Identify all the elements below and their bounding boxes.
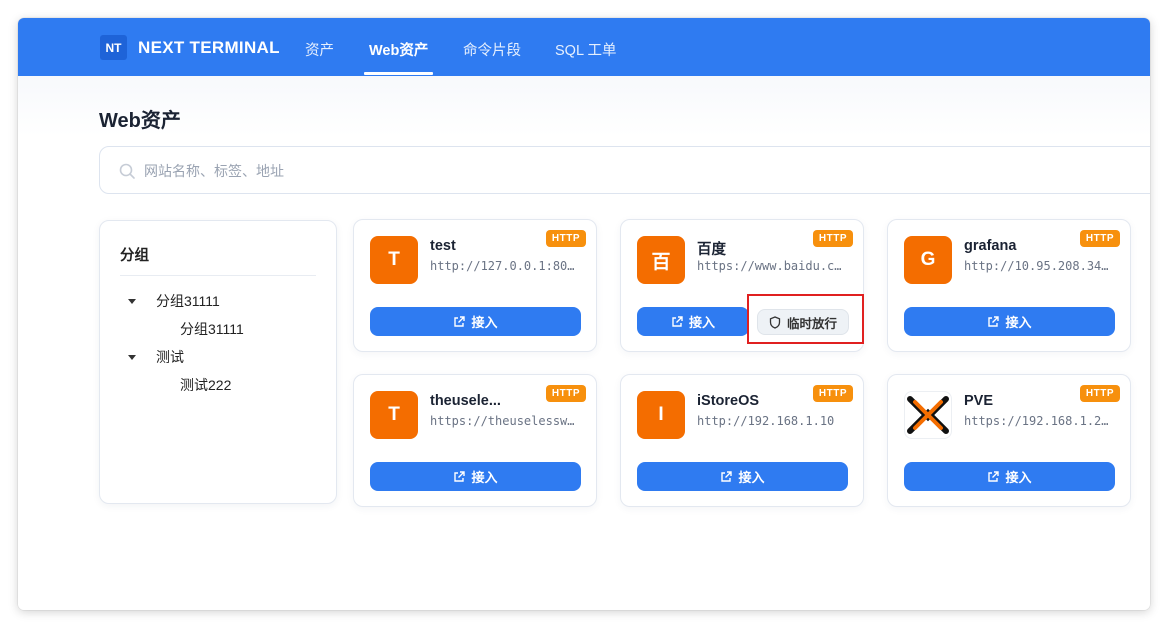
connect-button[interactable]: 接入 (370, 307, 581, 336)
search-bar[interactable] (99, 146, 1150, 194)
protocol-badge: HTTP (1079, 230, 1120, 247)
asset-name: theusele... (430, 393, 501, 409)
divider (120, 275, 316, 276)
asset-icon: T (370, 236, 418, 284)
connect-label: 接入 (738, 470, 765, 485)
connect-label: 接入 (471, 470, 498, 485)
asset-card[interactable]: T theusele... https://theuselessweb.com … (353, 374, 597, 507)
search-icon (119, 163, 135, 179)
asset-name: iStoreOS (697, 393, 760, 409)
tree-node-test[interactable]: 测试 (156, 347, 184, 367)
connect-button[interactable]: 接入 (637, 462, 848, 491)
asset-card[interactable]: I iStoreOS http://192.168.1.10 HTTP 接入 (620, 374, 864, 507)
active-tab-indicator (364, 72, 433, 75)
connect-button[interactable]: 接入 (904, 307, 1115, 336)
nav-item-sql-tickets[interactable]: SQL 工单 (555, 39, 617, 60)
asset-icon: I (637, 391, 685, 439)
group-panel: 分组 分组31111 分组31111 测试 测试222 (99, 220, 337, 504)
external-link-icon (988, 315, 1000, 327)
asset-name: grafana (964, 238, 1017, 254)
search-input[interactable] (144, 159, 744, 183)
app-window: NT NEXT TERMINAL 资产 Web资产 命令片段 SQL 工单 We… (18, 18, 1150, 610)
caret-down-icon[interactable] (128, 299, 136, 304)
protocol-badge: HTTP (1079, 385, 1120, 402)
asset-icon: G (904, 236, 952, 284)
external-link-icon (988, 470, 1000, 482)
asset-name: PVE (964, 393, 994, 409)
asset-url: http://10.95.208.34:3000 (964, 259, 1114, 273)
nav-item-command-snippets[interactable]: 命令片段 (463, 39, 521, 60)
logo-icon: NT (100, 35, 127, 60)
asset-url: https://www.baidu.com (697, 259, 847, 273)
protocol-badge: HTTP (545, 385, 586, 402)
connect-label: 接入 (1005, 315, 1032, 330)
asset-name: test (430, 238, 456, 254)
asset-card[interactable]: T test http://127.0.0.1:8080 HTTP 接入 (353, 219, 597, 352)
connect-button[interactable]: 接入 (370, 462, 581, 491)
asset-icon: T (370, 391, 418, 439)
asset-icon: 百 (637, 236, 685, 284)
asset-name: 百度 (697, 242, 726, 258)
external-link-icon (454, 470, 466, 482)
tree-node-group[interactable]: 分组31111 (156, 291, 220, 311)
connect-label: 接入 (471, 315, 498, 330)
connect-label: 接入 (688, 315, 715, 330)
caret-down-icon[interactable] (128, 355, 136, 360)
asset-url: http://127.0.0.1:8080 (430, 259, 580, 273)
group-panel-title: 分组 (120, 248, 149, 264)
nav-item-assets[interactable]: 资产 (305, 39, 334, 60)
proxmox-logo-icon (904, 391, 952, 439)
brand-name: NEXT TERMINAL (138, 38, 280, 57)
external-link-icon (721, 470, 733, 482)
nav-item-web-assets[interactable]: Web资产 (369, 39, 428, 60)
connect-button[interactable]: 接入 (904, 462, 1115, 491)
protocol-badge: HTTP (545, 230, 586, 247)
asset-url: https://192.168.1.2:8006 (964, 414, 1114, 428)
top-navbar: NT NEXT TERMINAL 资产 Web资产 命令片段 SQL 工单 (18, 18, 1150, 76)
tree-leaf-group[interactable]: 分组31111 (180, 319, 244, 339)
connect-button[interactable]: 接入 (637, 307, 749, 336)
asset-card[interactable]: PVE https://192.168.1.2:8006 HTTP 接入 (887, 374, 1131, 507)
connect-label: 接入 (1005, 470, 1032, 485)
asset-url: https://theuselessweb.com (430, 414, 580, 428)
external-link-icon (672, 315, 683, 327)
proxmox-logo-icon (907, 396, 949, 434)
page-title: Web资产 (99, 110, 181, 132)
protocol-badge: HTTP (812, 385, 853, 402)
protocol-badge: HTTP (812, 230, 853, 247)
highlight-annotation (747, 294, 864, 344)
tree-leaf-test[interactable]: 测试222 (180, 375, 231, 395)
asset-url: http://192.168.1.10 (697, 414, 835, 428)
external-link-icon (454, 315, 466, 327)
asset-card[interactable]: G grafana http://10.95.208.34:3000 HTTP … (887, 219, 1131, 352)
